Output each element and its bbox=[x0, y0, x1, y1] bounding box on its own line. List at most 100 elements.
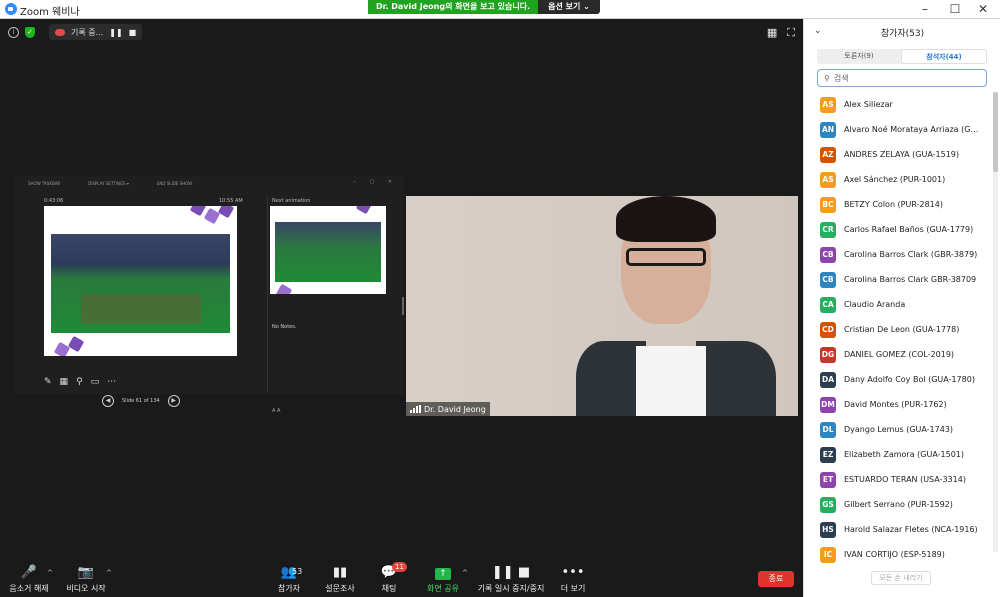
next-slide-photo bbox=[275, 222, 381, 282]
text-size-tools: A A bbox=[272, 408, 281, 414]
participant-name: Dyango Lemus (GUA-1743) bbox=[844, 425, 954, 434]
participant-name: Carolina Barros Clark GBR-38709 bbox=[844, 275, 977, 284]
avatar: IC bbox=[820, 546, 836, 563]
audio-options-caret-icon[interactable]: ^ bbox=[47, 569, 53, 577]
fullscreen-icon[interactable]: ⛶ bbox=[787, 26, 795, 40]
stop-recording-button[interactable]: ■ bbox=[129, 28, 137, 37]
participant-row[interactable]: ET ESTUARDO TERAN (USA-3314) bbox=[804, 467, 992, 492]
participant-row[interactable]: DG DANIEL GOMEZ (COL-2019) bbox=[804, 342, 992, 367]
participant-name: Cristian De Leon (GUA-1778) bbox=[844, 325, 960, 334]
participant-row[interactable]: AN Alvaro Noé Morataya Arriaza (GUA-... bbox=[804, 117, 992, 142]
slide-hexagon-decoration bbox=[67, 335, 85, 353]
end-meeting-button[interactable]: 종료 bbox=[758, 571, 794, 587]
participant-list-scrollbar[interactable] bbox=[993, 92, 998, 552]
participant-row[interactable]: HS Harold Salazar Fletes (NCA-1916) bbox=[804, 517, 992, 542]
minimize-button[interactable]: – bbox=[910, 1, 940, 18]
chat-button[interactable]: 💬 11 채팅 bbox=[376, 562, 407, 594]
zoom-window: Zoom 웨비나 – ☐ ✕ Dr. David Jeong의 화면을 보고 있… bbox=[0, 0, 1000, 597]
avatar: AZ bbox=[820, 146, 836, 163]
search-placeholder: 검색 bbox=[833, 73, 849, 83]
chat-label: 채팅 bbox=[381, 584, 397, 593]
participant-row[interactable]: DL Dyango Lemus (GUA-1743) bbox=[804, 417, 992, 442]
share-options-caret-icon[interactable]: ^ bbox=[462, 569, 468, 577]
show-taskbar-button: SHOW TASKBAR bbox=[28, 181, 61, 186]
cloud-record-icon bbox=[55, 28, 65, 36]
next-animation-label: Next animation bbox=[272, 198, 311, 204]
participant-name: Axel Sánchez (PUR-1001) bbox=[844, 175, 946, 184]
more-icon: ••• bbox=[561, 565, 585, 580]
participant-row[interactable]: IC IVÁN CORTIJO (ESP-5189) bbox=[804, 542, 992, 567]
avatar: ET bbox=[820, 471, 836, 488]
display-settings-button: DISPLAY SETTINGS ▾ bbox=[88, 181, 129, 186]
maximize-button[interactable]: ☐ bbox=[940, 1, 970, 18]
security-shield-icon[interactable]: ✓ bbox=[25, 26, 35, 38]
recording-label: 기록 중... bbox=[71, 27, 104, 37]
previous-slide-icon: ◀ bbox=[102, 395, 114, 407]
slide-hexagon-decoration bbox=[275, 283, 293, 294]
participant-row[interactable]: CB Carolina Barros Clark GBR-38709 bbox=[804, 267, 992, 292]
polls-button[interactable]: ▮▮ 설문조사 bbox=[322, 564, 358, 594]
share-banner-message: Dr. David Jeong의 화면을 보고 있습니다. bbox=[368, 0, 539, 14]
close-button[interactable]: ✕ bbox=[968, 1, 998, 18]
shared-screen: SHOW TASKBAR DISPLAY SETTINGS ▾ END SLID… bbox=[14, 176, 404, 414]
participant-name: Harold Salazar Fletes (NCA-1916) bbox=[844, 525, 978, 534]
recording-controls-button[interactable]: ❚❚ ■ 기록 일시 중지/중지 bbox=[476, 564, 546, 594]
search-input[interactable]: ⚲ 검색 bbox=[817, 69, 987, 87]
recording-controls-label: 기록 일시 중지/중지 bbox=[477, 584, 545, 593]
presenter-video: Dr. David Jeong bbox=[406, 196, 798, 416]
window-title: Zoom 웨비나 bbox=[20, 7, 80, 18]
end-slide-show-button: END SLIDE SHOW bbox=[156, 181, 193, 186]
avatar: EZ bbox=[820, 446, 836, 463]
see-all-slides-icon: ▦ bbox=[59, 377, 69, 387]
video-options-caret-icon[interactable]: ^ bbox=[106, 569, 112, 577]
participant-name: IVÁN CORTIJO (ESP-5189) bbox=[844, 550, 945, 559]
presenter-glasses bbox=[626, 248, 706, 266]
participant-row[interactable]: CD Cristian De Leon (GUA-1778) bbox=[804, 317, 992, 342]
meeting-toolbar: 🎤 음소거 해제 ^ 📷 비디오 시작 ^ 👥 53 참가자 ▮▮ 설문조사 💬… bbox=[0, 562, 803, 597]
view-resize-handle[interactable] bbox=[402, 297, 404, 315]
pause-recording-button[interactable]: ❚❚ bbox=[109, 28, 122, 37]
lower-all-hands-button[interactable]: 모든 손 내리기 bbox=[871, 571, 931, 585]
unmute-button[interactable]: 🎤 음소거 해제 bbox=[8, 564, 50, 594]
participant-tabs: 토론자(9) 참석자(44) bbox=[817, 49, 987, 64]
participant-name: Dany Adolfo Coy Bol (GUA-1780) bbox=[844, 375, 975, 384]
participant-row[interactable]: CA Claudio Aranda bbox=[804, 292, 992, 317]
next-slide-preview bbox=[270, 206, 386, 294]
tab-attendees[interactable]: 참석자(44) bbox=[901, 49, 987, 64]
slide-counter: Slide 61 of 134 bbox=[122, 398, 160, 404]
video-name-tag: Dr. David Jeong bbox=[406, 402, 490, 416]
scrollbar-thumb[interactable] bbox=[993, 92, 998, 172]
participants-button[interactable]: 👥 53 참가자 bbox=[274, 564, 304, 594]
participant-row[interactable]: BC BETZY Colon (PUR-2814) bbox=[804, 192, 992, 217]
more-button[interactable]: ••• 더 보기 bbox=[558, 564, 588, 594]
participant-row[interactable]: EZ Elizabeth Zamora (GUA-1501) bbox=[804, 442, 992, 467]
participant-row[interactable]: AS Alex Siliezar bbox=[804, 92, 992, 117]
connection-signal-icon bbox=[410, 405, 421, 413]
participant-row[interactable]: GS Gilbert Serrano (PUR-1592) bbox=[804, 492, 992, 517]
screen-icon: ▭ bbox=[90, 377, 100, 387]
pause-icon: ❚❚ bbox=[491, 565, 514, 580]
participant-row[interactable]: DM David Montes (PUR-1762) bbox=[804, 392, 992, 417]
more-options-icon: ⋯ bbox=[107, 377, 117, 387]
meeting-info-icon[interactable]: i bbox=[8, 26, 19, 38]
view-options-button[interactable]: 옵션 보기 ⌄ bbox=[538, 0, 600, 14]
participant-row[interactable]: AS Axel Sánchez (PUR-1001) bbox=[804, 167, 992, 192]
presenter-figure bbox=[486, 196, 776, 416]
collapse-panel-icon[interactable]: ⌄ bbox=[814, 26, 822, 36]
zoom-icon: ⚲ bbox=[76, 377, 83, 387]
share-screen-button[interactable]: ↑ 화면 공유 bbox=[425, 564, 461, 594]
participant-name: Claudio Aranda bbox=[844, 300, 906, 309]
participant-row[interactable]: CB Carolina Barros Clark (GBR-3879) bbox=[804, 242, 992, 267]
participant-row[interactable]: CR Carlos Rafael Baños (GUA-1779) bbox=[804, 217, 992, 242]
camera-off-icon: 📷 bbox=[77, 565, 95, 580]
tab-panelists[interactable]: 토론자(9) bbox=[817, 49, 901, 64]
view-controls: ▦ ⛶ bbox=[767, 26, 795, 40]
participant-name: ESTUARDO TERAN (USA-3314) bbox=[844, 475, 966, 484]
slide-hexagon-decoration bbox=[189, 206, 207, 217]
start-video-label: 비디오 시작 bbox=[66, 584, 106, 593]
panel-title: 참가자(53) bbox=[880, 29, 925, 39]
participant-row[interactable]: DA Dany Adolfo Coy Bol (GUA-1780) bbox=[804, 367, 992, 392]
start-video-button[interactable]: 📷 비디오 시작 bbox=[64, 564, 108, 594]
gallery-view-icon[interactable]: ▦ bbox=[767, 26, 777, 40]
participant-row[interactable]: AZ ANDRES ZELAYA (GUA-1519) bbox=[804, 142, 992, 167]
